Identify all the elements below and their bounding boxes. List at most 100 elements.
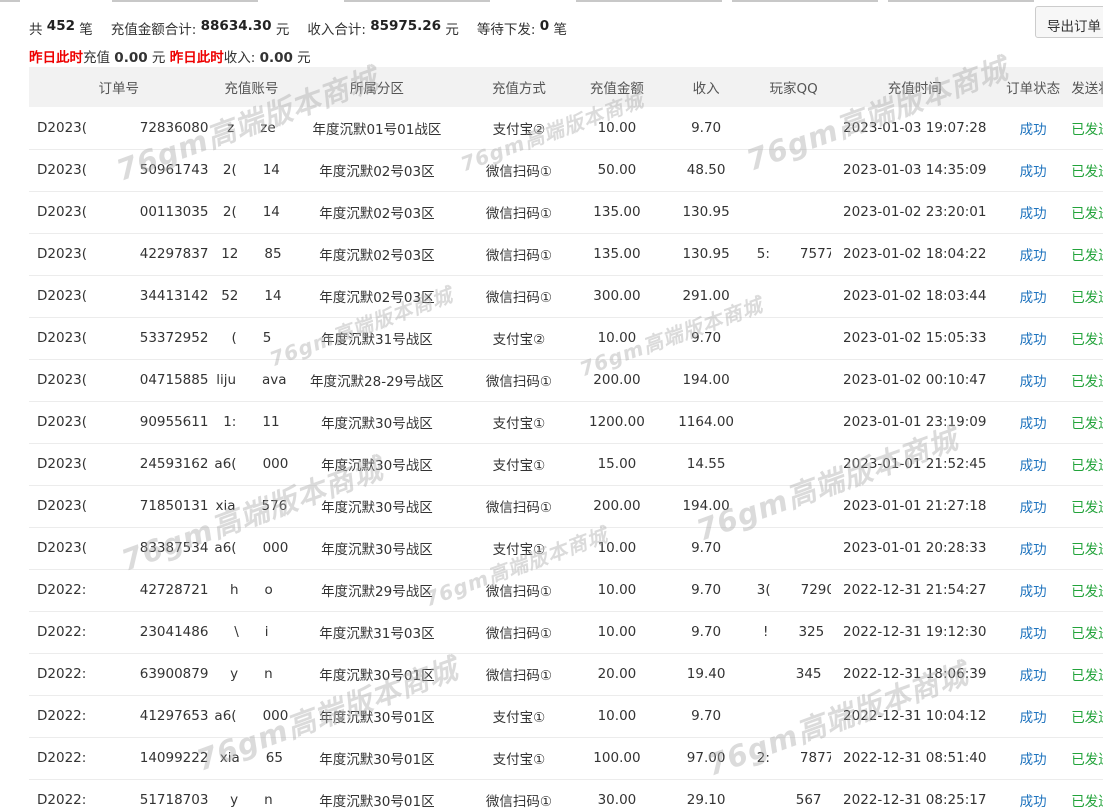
- account-end: 14: [262, 204, 280, 220]
- cell-pay-method: 微信扫码①: [485, 500, 552, 516]
- cell-order-status[interactable]: 成功: [999, 485, 1067, 527]
- cell-order-status[interactable]: 成功: [999, 695, 1067, 737]
- pending-label: 等待下发:: [476, 22, 536, 38]
- table-row[interactable]: D2023(24593162 a6(000 年度沉默30号战区 支付宝① 15.00 14…: [29, 443, 1103, 485]
- table-row[interactable]: D2022: 51718703 y n 年度沉默30号01区 微信扫码① 30.00 29.1…: [29, 779, 1103, 811]
- cell-send-status[interactable]: 已发送: [1067, 233, 1103, 275]
- cell-order-status[interactable]: 成功: [999, 107, 1067, 149]
- cell-income: 9.70: [691, 330, 722, 346]
- cell-send-status[interactable]: 已发送: [1067, 317, 1103, 359]
- table-row[interactable]: D2022: 42728721 h o 年度沉默29号战区 微信扫码① 10.00 9.70 3…: [29, 569, 1103, 611]
- cell-amount: 200.00: [593, 372, 641, 388]
- cell-send-status[interactable]: 已发送: [1067, 149, 1103, 191]
- cell-recharge-time: 2022-12-31 18:06:39: [843, 666, 987, 682]
- cell-send-status[interactable]: 已发送: [1067, 401, 1103, 443]
- col-header-amount[interactable]: 充值金额: [578, 67, 655, 107]
- cell-send-status[interactable]: 已发送: [1067, 653, 1103, 695]
- table-row[interactable]: D2022: 41297653 a6(000 年度沉默30号01区 支付宝① 10.00 9…: [29, 695, 1103, 737]
- cell-order-status[interactable]: 成功: [999, 149, 1067, 191]
- col-header-order-status[interactable]: 订单状态: [999, 67, 1067, 107]
- cell-send-status[interactable]: 已发送: [1067, 737, 1103, 779]
- cell-send-status[interactable]: 已发送: [1067, 527, 1103, 569]
- cell-order-no-prefix: D2023(: [37, 540, 88, 556]
- cell-order-status[interactable]: 成功: [999, 233, 1067, 275]
- cell-zone: 年度沉默02号03区: [319, 290, 435, 306]
- col-header-order-no[interactable]: 订单号: [29, 67, 208, 107]
- table-row[interactable]: D2022: 14099222 xia 65 年度沉默30号01区 支付宝① 100.00 9…: [29, 737, 1103, 779]
- top-toolbar-edge: [0, 0, 1103, 3]
- account-end: n: [264, 666, 273, 682]
- cell-qq: [757, 149, 831, 191]
- cell-order-no-prefix: D2022:: [37, 792, 87, 808]
- cell-order-status[interactable]: 成功: [999, 611, 1067, 653]
- cell-send-status[interactable]: 已发送: [1067, 359, 1103, 401]
- cell-amount: 15.00: [597, 456, 637, 472]
- cell-order-status[interactable]: 成功: [999, 779, 1067, 811]
- account-start: xia: [219, 750, 240, 766]
- yesterday-recharge-text: 充值: [83, 50, 110, 66]
- table-row[interactable]: D2022: 63900879 y n 年度沉默30号01区 微信扫码① 20.00 19.4…: [29, 653, 1103, 695]
- cell-income: 1164.00: [678, 414, 735, 430]
- cell-order-status[interactable]: 成功: [999, 191, 1067, 233]
- account-start: 2(: [222, 204, 237, 220]
- cell-send-status[interactable]: 已发送: [1067, 779, 1103, 811]
- table-row[interactable]: D2023(00113035 2(14 年度沉默02号03区 微信扫码① 135.00 1…: [29, 191, 1103, 233]
- table-row[interactable]: D2023(72836080 z ze 年度沉默01号01战区 支付宝② 10.00 9.7…: [29, 107, 1103, 149]
- table-row[interactable]: D2023(34413142 52 14 年度沉默02号03区 微信扫码① 300.00 2…: [29, 275, 1103, 317]
- cell-send-status[interactable]: 已发送: [1067, 191, 1103, 233]
- table-row[interactable]: D2023(50961743 2(14 年度沉默02号03区 微信扫码① 50.00 48…: [29, 149, 1103, 191]
- col-header-income[interactable]: 收入: [655, 67, 756, 107]
- export-orders-button[interactable]: 导出订单: [1035, 6, 1103, 38]
- total-suffix: 笔: [79, 22, 93, 38]
- cell-pay-method: 微信扫码①: [485, 584, 552, 600]
- col-header-zone[interactable]: 所属分区: [294, 67, 459, 107]
- cell-recharge-time: 2023-01-02 15:05:33: [843, 330, 987, 346]
- cell-order-status[interactable]: 成功: [999, 359, 1067, 401]
- cell-send-status[interactable]: 已发送: [1067, 569, 1103, 611]
- cell-order-status[interactable]: 成功: [999, 401, 1067, 443]
- table-row[interactable]: D2023(53372952(5 年度沉默31号战区 支付宝② 10.00 9.70 20…: [29, 317, 1103, 359]
- cell-order-status[interactable]: 成功: [999, 737, 1067, 779]
- cell-order-status[interactable]: 成功: [999, 527, 1067, 569]
- account-start: a6(: [214, 708, 237, 724]
- col-header-time[interactable]: 充值时间: [831, 67, 999, 107]
- cell-zone: 年度沉默30号01区: [319, 668, 435, 684]
- cell-send-status[interactable]: 已发送: [1067, 695, 1103, 737]
- col-header-send-status[interactable]: 发送状态: [1067, 67, 1103, 107]
- col-header-account[interactable]: 充值账号: [208, 67, 294, 107]
- cell-recharge-time: 2023-01-02 23:20:01: [843, 204, 987, 220]
- cell-order-no-suffix: 34413142: [139, 288, 209, 304]
- cell-send-status[interactable]: 已发送: [1067, 443, 1103, 485]
- yesterday-income-unit: 元: [297, 50, 311, 66]
- table-row[interactable]: D2023(90955611 1: 11 年度沉默30号战区 支付宝① 1200.00 11…: [29, 401, 1103, 443]
- cell-income: 9.70: [691, 708, 722, 724]
- qq-start: 5:: [756, 246, 770, 262]
- cell-send-status[interactable]: 已发送: [1067, 107, 1103, 149]
- cell-zone: 年度沉默30号01区: [319, 710, 435, 726]
- account-end: 65: [265, 750, 283, 766]
- cell-account: ho: [208, 569, 294, 611]
- table-row[interactable]: D2023(71850131 xia 576 年度沉默30号战区 微信扫码① 200.00…: [29, 485, 1103, 527]
- table-row[interactable]: D2022: 23041486 \ i 年度沉默31号03区 微信扫码① 10.00 9.70…: [29, 611, 1103, 653]
- cell-order-no-suffix: 53372952: [139, 330, 209, 346]
- table-row[interactable]: D2023(04715885 liju ava 年度沉默28-29号战区 微信扫码① 20…: [29, 359, 1103, 401]
- income-total-label: 收入合计:: [307, 22, 366, 38]
- col-header-qq[interactable]: 玩家QQ: [757, 67, 831, 107]
- cell-order-status[interactable]: 成功: [999, 443, 1067, 485]
- table-row[interactable]: D2023(83387534 a6(000 年度沉默30号战区 支付宝① 10.00 9.…: [29, 527, 1103, 569]
- qq-end: 345: [795, 666, 822, 682]
- cell-recharge-time: 2023-01-01 23:19:09: [843, 414, 987, 430]
- cell-order-status[interactable]: 成功: [999, 317, 1067, 359]
- cell-order-status[interactable]: 成功: [999, 653, 1067, 695]
- cell-send-status[interactable]: 已发送: [1067, 275, 1103, 317]
- cell-account: z ze: [208, 107, 294, 149]
- cell-recharge-time: 2022-12-31 08:25:17: [843, 792, 987, 808]
- cell-pay-method: 支付宝①: [492, 542, 546, 558]
- cell-order-status[interactable]: 成功: [999, 275, 1067, 317]
- col-header-method[interactable]: 充值方式: [459, 67, 578, 107]
- cell-order-status[interactable]: 成功: [999, 569, 1067, 611]
- table-row[interactable]: D2023(42297837 12 85 年度沉默02号03区 微信扫码① 135.00 1…: [29, 233, 1103, 275]
- cell-send-status[interactable]: 已发送: [1067, 611, 1103, 653]
- cell-send-status[interactable]: 已发送: [1067, 485, 1103, 527]
- cell-recharge-time: 2023-01-02 18:04:22: [843, 246, 987, 262]
